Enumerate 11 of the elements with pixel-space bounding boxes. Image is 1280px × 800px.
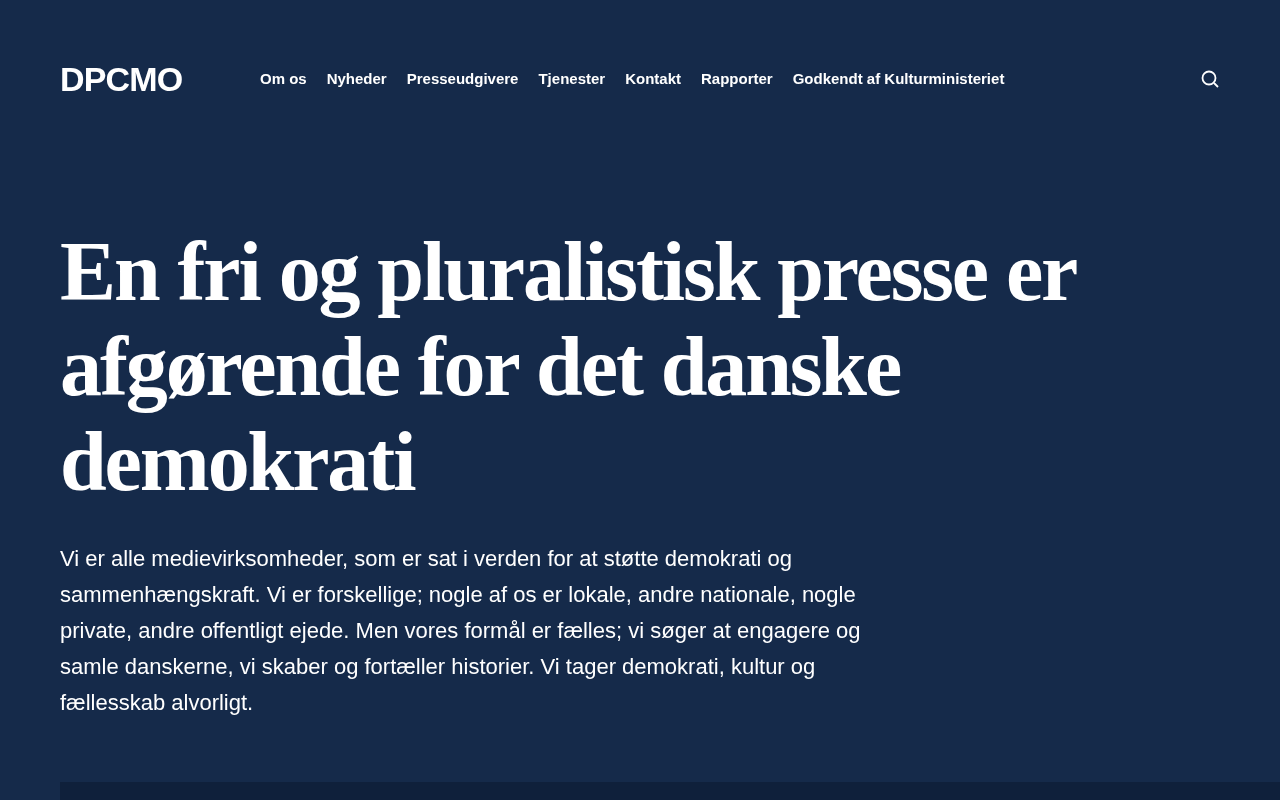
logo[interactable]: DPCMO: [60, 62, 260, 96]
nav-link[interactable]: Kontakt: [625, 67, 681, 91]
search-icon[interactable]: [1200, 69, 1220, 89]
nav-link[interactable]: Nyheder: [326, 67, 387, 91]
nav-link[interactable]: Godkendt af Kulturministeriet: [792, 67, 1005, 91]
nav-link[interactable]: Rapporter: [701, 67, 773, 91]
intro-paragraph: Vi er alle medievirksomheder, som er sat i verden for at støtte demokrati og sammenhængskraft. Vi er forskellige; nogle af os er lokale, andre nationale, nogle private, andre offentligt ejede. Men vores formål er fælles; vi søger at engagere og samle danskerne, vi skaber og fortæller historier. Vi tager demokrati, kultur og fællesskab alvorligt.: [60, 545, 862, 717]
nav-link[interactable]: Om os: [260, 67, 307, 91]
nav-link[interactable]: Presseudgivere: [406, 67, 519, 91]
nav-link[interactable]: Tjenester: [538, 67, 606, 91]
hero-heading: En fri og pluralistisk presse er afgørende for det danske demokrati: [60, 224, 1077, 509]
